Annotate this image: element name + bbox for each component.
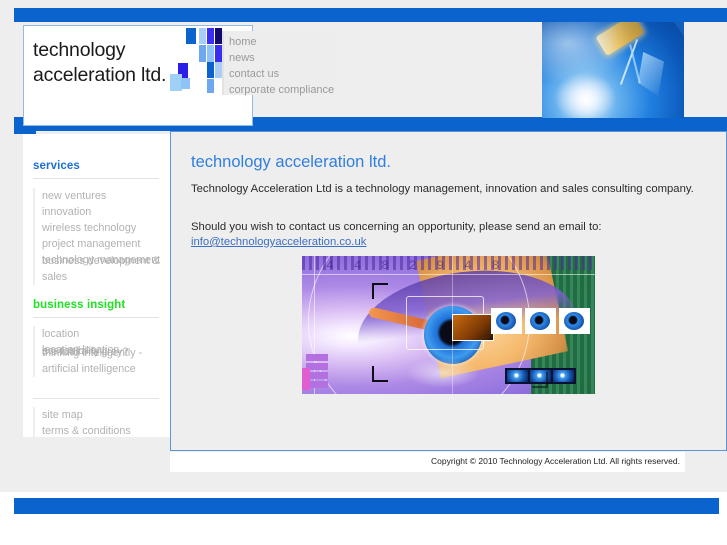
sidebar-link[interactable]: terms & conditions xyxy=(42,423,173,439)
page-title: technology acceleration ltd. xyxy=(191,153,391,171)
ghost-glow-shape xyxy=(406,358,480,388)
top-nav-item-3[interactable]: corporate compliance xyxy=(229,82,334,98)
intro-paragraph: Technology Acceleration Ltd is a technol… xyxy=(191,183,694,195)
pink-accent-block xyxy=(302,368,310,390)
iris-thumbnail-row xyxy=(491,308,590,334)
crosshair-corner-icon xyxy=(372,283,388,299)
sidebar-link[interactable]: new ventures xyxy=(42,188,173,204)
sidebar-link[interactable]: location xyxy=(42,326,173,342)
top-nav-item-0[interactable]: home xyxy=(229,34,334,50)
mosaic-block-8 xyxy=(215,62,222,78)
sidebar-heading-insight: business insight xyxy=(33,299,126,311)
top-nav-item-label: home xyxy=(229,36,257,48)
top-blue-rule xyxy=(14,8,727,22)
copyright-text: Copyright © 2010 Technology Acceleration… xyxy=(431,456,680,466)
retina-swatch-shape xyxy=(452,314,494,341)
mosaic-block-2 xyxy=(207,28,214,44)
iris-thumbnail xyxy=(491,308,522,334)
mosaic-block-12 xyxy=(181,78,190,89)
sidebar: services new ventures innovation wireless … xyxy=(23,134,173,439)
sidebar-link[interactable]: business development & sales xyxy=(42,253,173,285)
top-nav-item-2[interactable]: contact us xyxy=(229,66,334,82)
page-root: technology acceleration ltd. home news cont… xyxy=(0,0,727,545)
sidebar-link[interactable]: wireless technology xyxy=(42,220,173,236)
biometric-eye-image: 4 4 8 2 9 4 8 1 0 xyxy=(302,256,595,394)
contact-email-link[interactable]: info@technologyacceleration.co.uk xyxy=(191,236,366,248)
top-nav-item-label: contact us xyxy=(229,68,280,80)
mosaic-block-1 xyxy=(199,28,206,44)
sidebar-link[interactable]: innovation xyxy=(42,204,173,220)
figure-digit-readout: 4 4 8 2 9 4 8 1 0 xyxy=(326,258,516,273)
top-nav-list: home news contact us corporate compliance xyxy=(229,34,334,98)
iris-thumbnail xyxy=(525,308,556,334)
iris-strip-cell xyxy=(507,370,528,382)
iris-strip-cell xyxy=(553,370,574,382)
contact-paragraph: Should you wish to contact us concerning… xyxy=(191,220,602,250)
iris-thumbnail xyxy=(559,308,590,334)
bulb-highlight-overlay xyxy=(542,22,684,118)
copyright-strip: Copyright © 2010 Technology Acceleration… xyxy=(170,452,685,472)
top-nav-item-label: news xyxy=(229,52,255,64)
sidebar-link[interactable]: project management xyxy=(42,236,173,252)
mosaic-block-5 xyxy=(207,45,214,62)
contact-paragraph-text: Should you wish to contact us concerning… xyxy=(191,221,602,233)
logo-line-2: acceleration ltd. xyxy=(33,64,167,86)
sidebar-link[interactable]: thinking intelligently - artificial inte… xyxy=(42,345,173,377)
top-nav-panel: home news contact us corporate compliance xyxy=(222,31,337,98)
sidebar-group-services: new ventures innovation wireless technolog… xyxy=(33,188,173,285)
top-nav-item-label: corporate compliance xyxy=(229,84,335,96)
mosaic-block-3 xyxy=(215,28,222,44)
top-nav-item-1[interactable]: news xyxy=(229,50,334,66)
sidebar-rule-insight xyxy=(33,317,159,318)
mosaic-block-10 xyxy=(207,79,214,93)
sidebar-group-insight: location location location accessibility th… xyxy=(33,326,173,377)
mosaic-block-6 xyxy=(215,45,222,62)
mosaic-block-0 xyxy=(186,28,196,44)
crosshair-corner-icon xyxy=(372,366,388,382)
crosshair-corner-icon xyxy=(532,372,548,388)
sidebar-link[interactable]: site map xyxy=(42,407,173,423)
chip-swatch xyxy=(306,354,328,361)
sidebar-rule-utility xyxy=(33,398,159,399)
mosaic-block-4 xyxy=(199,45,206,62)
bottom-blue-rule xyxy=(14,498,719,514)
sidebar-rule-services xyxy=(33,178,159,179)
lightbulb-hero-image xyxy=(542,22,684,118)
mosaic-block-7 xyxy=(207,62,214,78)
main-content-card: technology acceleration ltd. Technology … xyxy=(170,131,727,451)
sidebar-group-utility: site map terms & conditions xyxy=(33,407,173,439)
sidebar-heading-services: services xyxy=(33,160,80,172)
